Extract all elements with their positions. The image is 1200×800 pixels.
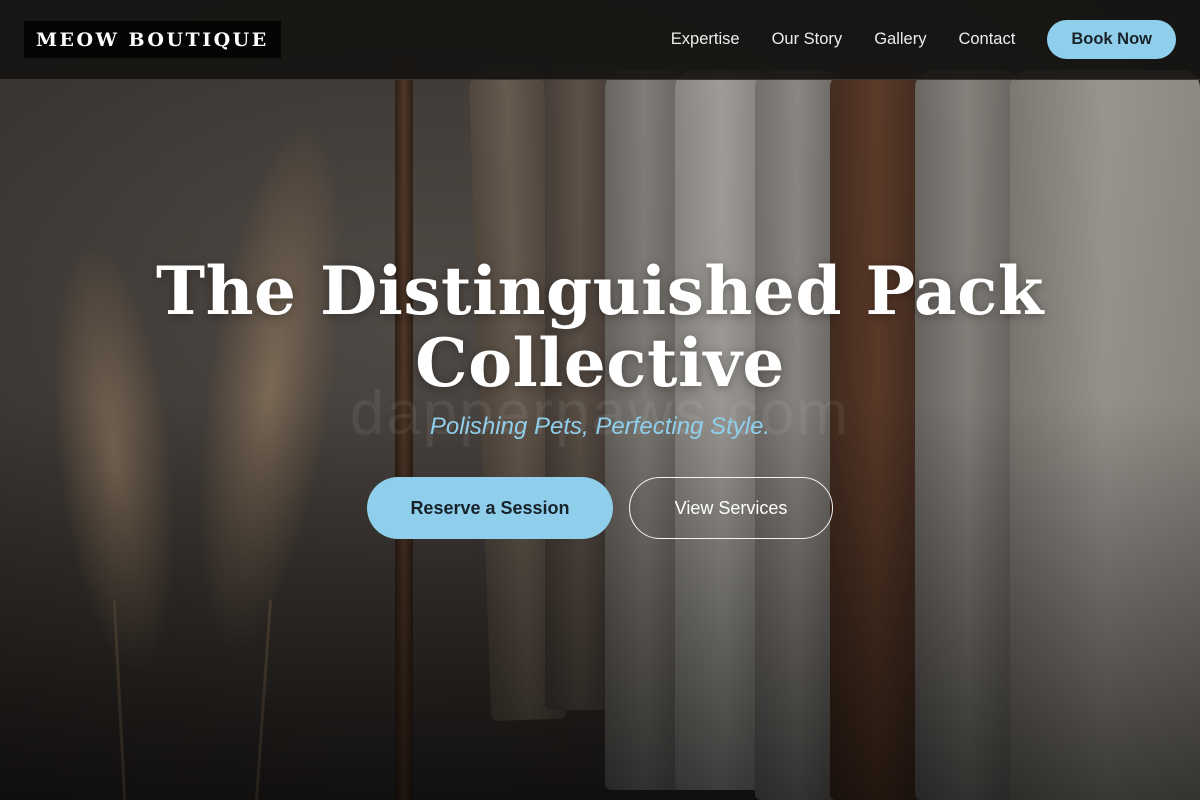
brand-logo[interactable]: MEOW BOUTIQUE (24, 21, 281, 58)
hero-subtitle: Polishing Pets, Perfecting Style. (429, 413, 771, 440)
hero-section: The Distinguished Pack Collective Polish… (0, 255, 1200, 539)
page: MEOW BOUTIQUE Expertise Our Story Galler… (0, 0, 1200, 800)
nav-link-contact[interactable]: Contact (958, 30, 1015, 49)
hero-title-line-1: The Distinguished Pack (155, 252, 1045, 330)
hero-cta-row: Reserve a Session View Services (0, 477, 1200, 539)
nav-link-gallery[interactable]: Gallery (874, 30, 926, 49)
nav-link-our-story[interactable]: Our Story (772, 30, 843, 49)
view-services-button[interactable]: View Services (629, 477, 833, 539)
top-navigation-bar: MEOW BOUTIQUE Expertise Our Story Galler… (0, 0, 1200, 80)
hero-title: The Distinguished Pack Collective (0, 255, 1200, 399)
reserve-session-button[interactable]: Reserve a Session (367, 477, 613, 539)
nav-link-expertise[interactable]: Expertise (671, 30, 740, 49)
hero-title-line-2: Collective (415, 324, 785, 402)
book-now-button[interactable]: Book Now (1047, 20, 1176, 59)
nav-links: Expertise Our Story Gallery Contact Book… (671, 20, 1176, 59)
